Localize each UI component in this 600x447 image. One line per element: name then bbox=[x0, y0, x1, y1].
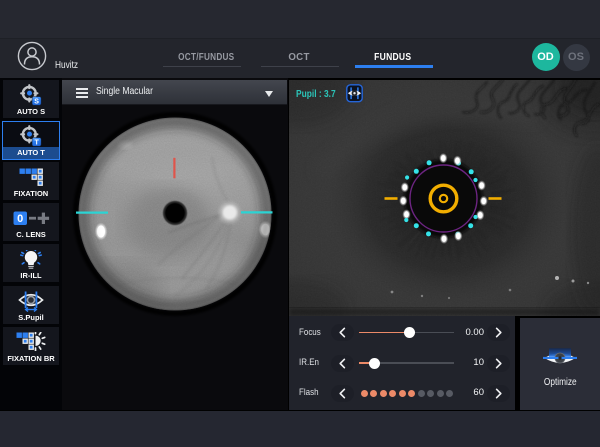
svg-text:T: T bbox=[34, 140, 39, 147]
svg-text:S: S bbox=[34, 98, 39, 105]
svg-text:0: 0 bbox=[17, 213, 23, 225]
